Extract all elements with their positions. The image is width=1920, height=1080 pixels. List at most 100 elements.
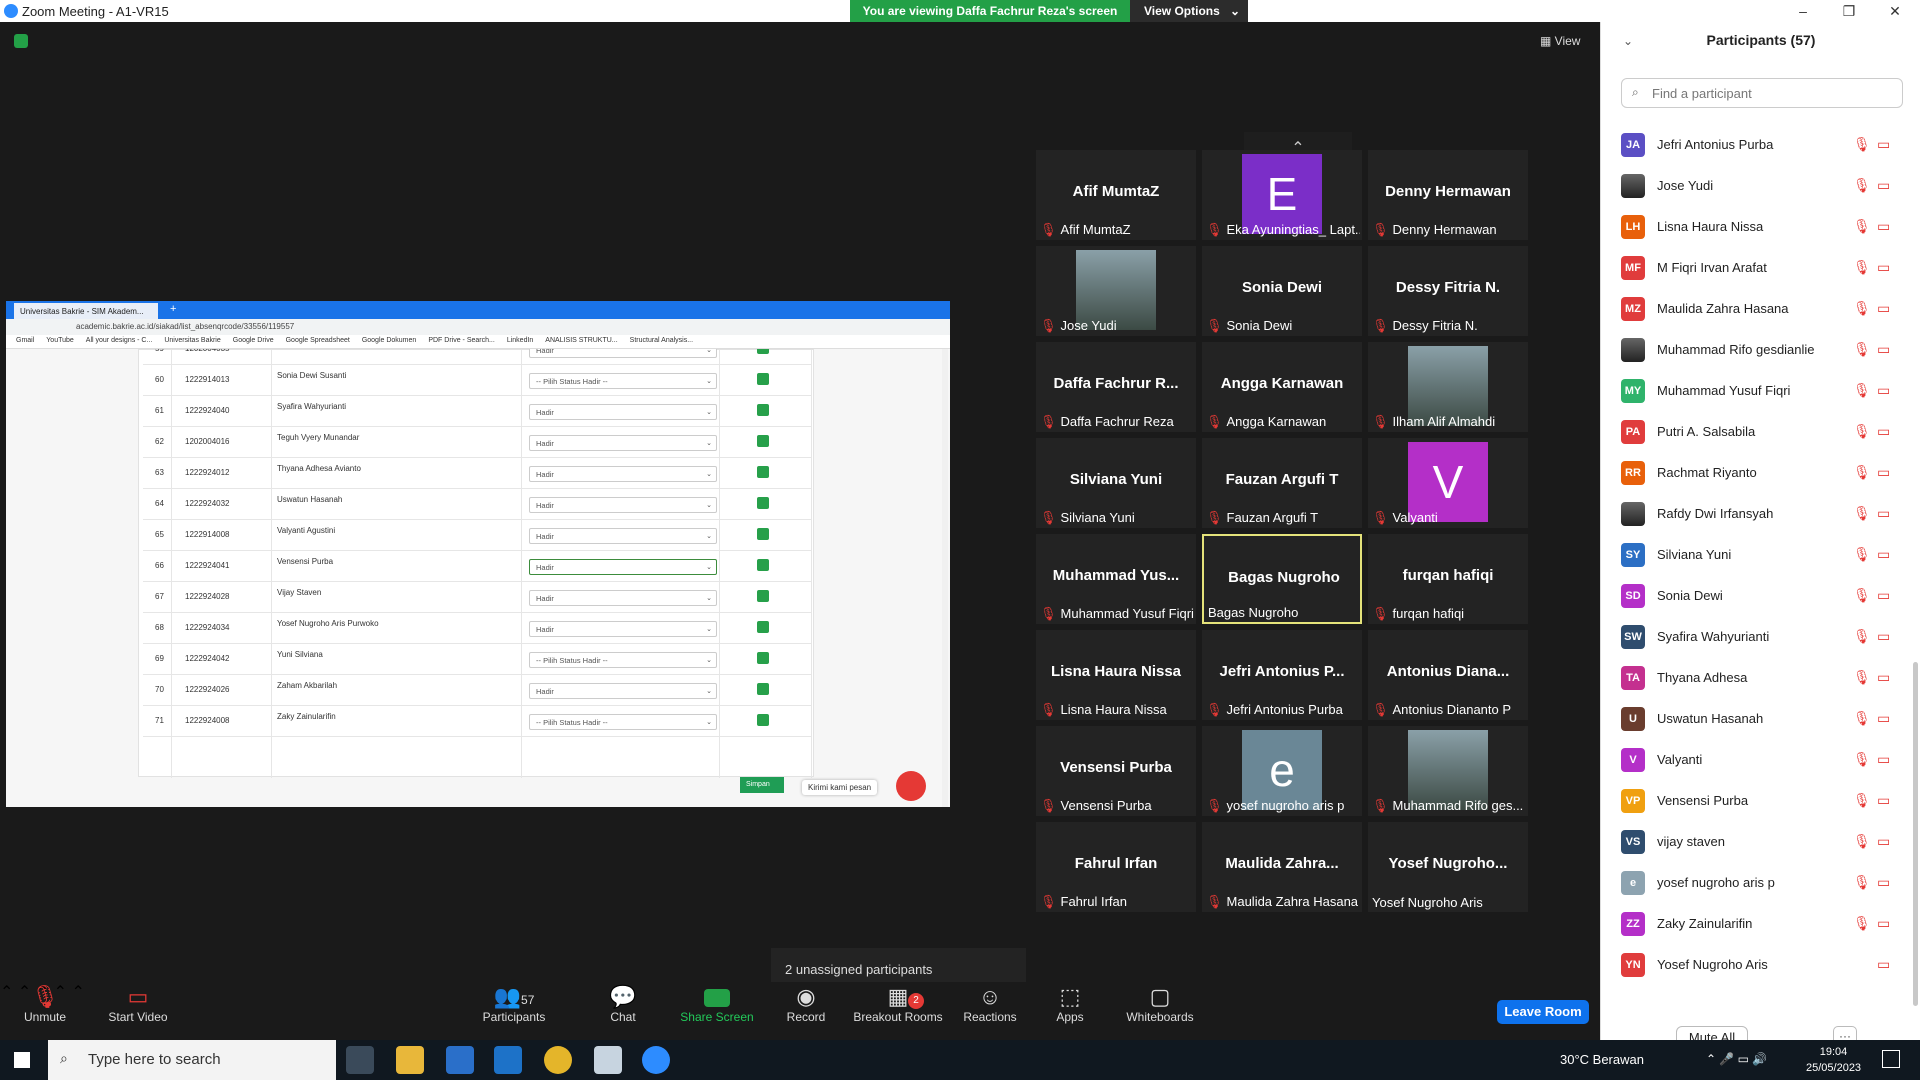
- video-off-icon[interactable]: ▭: [1877, 423, 1890, 440]
- video-tile[interactable]: furqan hafiqi 🎙 furqan hafiqi: [1368, 534, 1528, 624]
- chat-button[interactable]: 💬 Chat: [598, 982, 648, 1040]
- muted-mic-icon[interactable]: 🎙: [1853, 136, 1871, 153]
- video-off-icon[interactable]: ▭: [1877, 218, 1890, 235]
- video-tile[interactable]: Muhammad Yus... 🎙 Muhammad Yusuf Fiqri: [1036, 534, 1196, 624]
- video-tile[interactable]: Jefri Antonius P... 🎙 Jefri Antonius Purba: [1202, 630, 1362, 720]
- video-tile[interactable]: Angga Karnawan 🎙 Angga Karnawan: [1202, 342, 1362, 432]
- participant-row[interactable]: YN Yosef Nugroho Aris ▭: [1621, 944, 1901, 985]
- minimize-icon[interactable]: –: [1780, 0, 1826, 22]
- participant-row[interactable]: RR Rachmat Riyanto 🎙 ▭: [1621, 452, 1901, 493]
- participant-row[interactable]: PA Putri A. Salsabila 🎙 ▭: [1621, 411, 1901, 452]
- video-tile[interactable]: E 🎙 Eka Ayuningtias_ Lapt...: [1202, 150, 1362, 240]
- bookmark-item[interactable]: ANALISIS STRUKTU...: [545, 337, 617, 344]
- status-select[interactable]: Hadir ⌄: [529, 621, 717, 637]
- video-tile[interactable]: Maulida Zahra... 🎙 Maulida Zahra Hasana: [1202, 822, 1362, 912]
- view-options-button[interactable]: View Options ⌄: [1130, 0, 1248, 22]
- participant-row[interactable]: U Uswatun Hasanah 🎙 ▭: [1621, 698, 1901, 739]
- document-app-icon[interactable]: [594, 1046, 622, 1074]
- simpan-button[interactable]: Simpan: [740, 777, 784, 793]
- muted-mic-icon[interactable]: 🎙: [1853, 710, 1871, 727]
- muted-mic-icon[interactable]: 🎙: [1853, 587, 1871, 604]
- record-button[interactable]: ◉ Record: [780, 982, 832, 1040]
- muted-mic-icon[interactable]: 🎙: [1853, 751, 1871, 768]
- whiteboards-button[interactable]: ▢ Whiteboards: [1122, 982, 1198, 1040]
- participant-row[interactable]: MF M Fiqri Irvan Arafat 🎙 ▭: [1621, 247, 1901, 288]
- participant-row[interactable]: SY Silviana Yuni 🎙 ▭: [1621, 534, 1901, 575]
- video-off-icon[interactable]: ▭: [1877, 710, 1890, 727]
- participant-row[interactable]: VP Vensensi Purba 🎙 ▭: [1621, 780, 1901, 821]
- muted-mic-icon[interactable]: 🎙: [1853, 833, 1871, 850]
- muted-mic-icon[interactable]: 🎙: [1853, 300, 1871, 317]
- video-tile[interactable]: 🎙 Muhammad Rifo ges...: [1368, 726, 1528, 816]
- video-tile[interactable]: Bagas Nugroho Bagas Nugroho: [1202, 534, 1362, 624]
- participant-row[interactable]: TA Thyana Adhesa 🎙 ▭: [1621, 657, 1901, 698]
- store-icon[interactable]: [446, 1046, 474, 1074]
- video-off-icon[interactable]: ▭: [1877, 546, 1890, 563]
- muted-mic-icon[interactable]: 🎙: [1853, 382, 1871, 399]
- status-select[interactable]: Hadir ⌄: [529, 590, 717, 606]
- bookmark-item[interactable]: LinkedIn: [507, 337, 533, 344]
- status-select[interactable]: Hadir ⌄: [529, 404, 717, 420]
- video-tile[interactable]: Denny Hermawan 🎙 Denny Hermawan: [1368, 150, 1528, 240]
- video-tile[interactable]: Fauzan Argufi T 🎙 Fauzan Argufi T: [1202, 438, 1362, 528]
- participant-row[interactable]: SW Syafira Wahyurianti 🎙 ▭: [1621, 616, 1901, 657]
- muted-mic-icon[interactable]: 🎙: [1853, 259, 1871, 276]
- mail-icon[interactable]: [494, 1046, 522, 1074]
- status-select[interactable]: Hadir ⌄: [529, 683, 717, 699]
- maximize-icon[interactable]: ❐: [1826, 0, 1872, 22]
- muted-mic-icon[interactable]: 🎙: [1853, 423, 1871, 440]
- bookmark-item[interactable]: Universitas Bakrie: [164, 337, 220, 344]
- panel-scrollbar[interactable]: [1913, 662, 1918, 1006]
- video-tile[interactable]: Sonia Dewi 🎙 Sonia Dewi: [1202, 246, 1362, 336]
- video-off-icon[interactable]: ▭: [1877, 177, 1890, 194]
- bookmark-item[interactable]: Google Spreadsheet: [286, 337, 350, 344]
- muted-mic-icon[interactable]: 🎙: [1853, 546, 1871, 563]
- breakout-rooms-button[interactable]: ▦ Breakout Rooms: [852, 982, 944, 1040]
- participant-row[interactable]: SD Sonia Dewi 🎙 ▭: [1621, 575, 1901, 616]
- save-row-icon[interactable]: [757, 373, 769, 385]
- status-select[interactable]: Hadir ⌄: [529, 528, 717, 544]
- status-select[interactable]: -- Pilih Status Hadir -- ⌄: [529, 714, 717, 730]
- video-tile[interactable]: Yosef Nugroho... Yosef Nugroho Aris: [1368, 822, 1528, 912]
- muted-mic-icon[interactable]: 🎙: [1853, 505, 1871, 522]
- taskbar-search-input[interactable]: ⌕ Type here to search: [48, 1040, 336, 1080]
- save-row-icon[interactable]: [757, 652, 769, 664]
- leave-room-button[interactable]: Leave Room: [1497, 1000, 1589, 1024]
- muted-mic-icon[interactable]: 🎙: [1853, 669, 1871, 686]
- bookmark-item[interactable]: All your designs - C...: [86, 337, 153, 344]
- participants-button[interactable]: 👥57 Participants: [474, 982, 554, 1040]
- bookmark-item[interactable]: Structural Analysis...: [630, 337, 693, 344]
- participant-row[interactable]: LH Lisna Haura Nissa 🎙 ▭: [1621, 206, 1901, 247]
- participant-row[interactable]: MY Muhammad Yusuf Fiqri 🎙 ▭: [1621, 370, 1901, 411]
- participant-row[interactable]: ZZ Zaky Zainularifin 🎙 ▭: [1621, 903, 1901, 944]
- video-tile[interactable]: Vensensi Purba 🎙 Vensensi Purba: [1036, 726, 1196, 816]
- video-tile[interactable]: Antonius Diana... 🎙 Antonius Diananto P: [1368, 630, 1528, 720]
- participant-row[interactable]: Jose Yudi 🎙 ▭: [1621, 165, 1901, 206]
- page-scrollbar[interactable]: [942, 349, 948, 807]
- zoom-app-icon[interactable]: [642, 1046, 670, 1074]
- status-select[interactable]: Hadir ⌄: [529, 466, 717, 482]
- bookmark-item[interactable]: YouTube: [46, 337, 74, 344]
- system-tray-icon[interactable]: ⌃ 🎤 ▭ 🔊: [1706, 1052, 1767, 1066]
- chat-bubble-icon[interactable]: [896, 771, 926, 801]
- video-off-icon[interactable]: ▭: [1877, 874, 1890, 891]
- save-row-icon[interactable]: [757, 621, 769, 633]
- participant-search-input[interactable]: ⌕ Find a participant: [1621, 78, 1903, 108]
- windows-start-icon[interactable]: [14, 1052, 30, 1068]
- save-row-icon[interactable]: [757, 349, 769, 354]
- participant-row[interactable]: JA Jefri Antonius Purba 🎙 ▭: [1621, 124, 1901, 165]
- video-tile[interactable]: e 🎙 yosef nugroho aris p: [1202, 726, 1362, 816]
- reactions-button[interactable]: ☺ Reactions: [960, 982, 1020, 1040]
- participant-row[interactable]: MZ Maulida Zahra Hasana 🎙 ▭: [1621, 288, 1901, 329]
- video-off-icon[interactable]: ▭: [1877, 669, 1890, 686]
- video-off-icon[interactable]: ▭: [1877, 300, 1890, 317]
- participant-row[interactable]: e yosef nugroho aris p 🎙 ▭: [1621, 862, 1901, 903]
- participant-row[interactable]: Rafdy Dwi Irfansyah 🎙 ▭: [1621, 493, 1901, 534]
- bookmark-item[interactable]: Google Drive: [233, 337, 274, 344]
- video-off-icon[interactable]: ▭: [1877, 259, 1890, 276]
- save-row-icon[interactable]: [757, 528, 769, 540]
- muted-mic-icon[interactable]: 🎙: [1853, 177, 1871, 194]
- save-row-icon[interactable]: [757, 559, 769, 571]
- file-explorer-icon[interactable]: [396, 1046, 424, 1074]
- video-off-icon[interactable]: ▭: [1877, 833, 1890, 850]
